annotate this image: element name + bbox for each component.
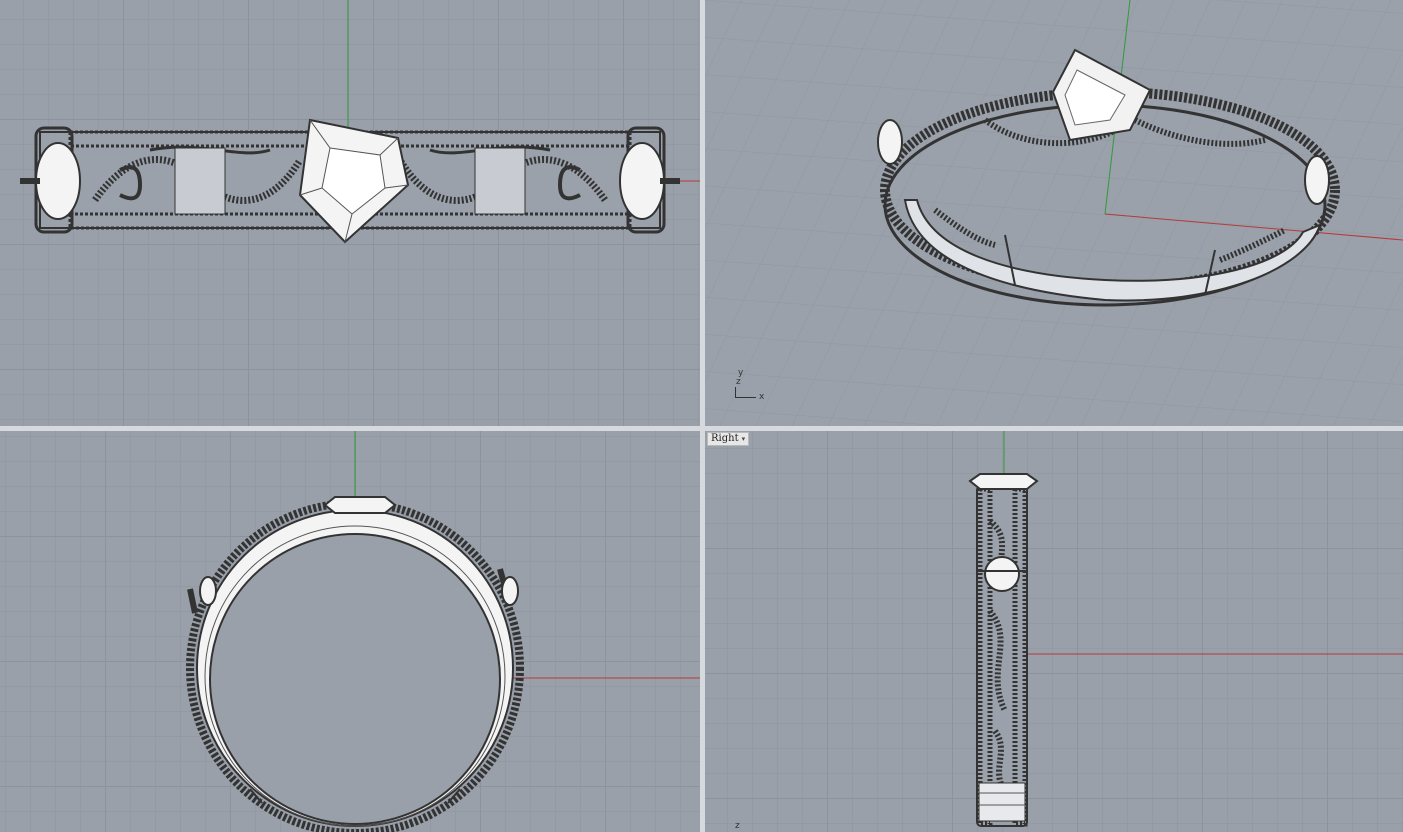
- axis-icon: z: [735, 821, 740, 831]
- ring-front-model[interactable]: [186, 496, 524, 832]
- front-view-canvas: [186, 431, 700, 832]
- right-view-canvas: [968, 431, 1403, 827]
- ring-top-model[interactable]: [20, 118, 680, 244]
- ring-right-model[interactable]: [968, 473, 1039, 827]
- top-view-canvas: [20, 0, 700, 244]
- dropdown-caret-icon: ▾: [741, 435, 746, 443]
- viewport-title-label: Right: [711, 433, 739, 444]
- viewport-front[interactable]: [0, 431, 700, 832]
- perspective-view-canvas: [705, 0, 1403, 426]
- viewport-title-right[interactable]: Right ▾: [707, 432, 750, 446]
- viewport-perspective[interactable]: y z x: [705, 0, 1403, 426]
- viewport-right[interactable]: Right ▾ z: [705, 431, 1403, 832]
- viewport-top[interactable]: [0, 0, 700, 426]
